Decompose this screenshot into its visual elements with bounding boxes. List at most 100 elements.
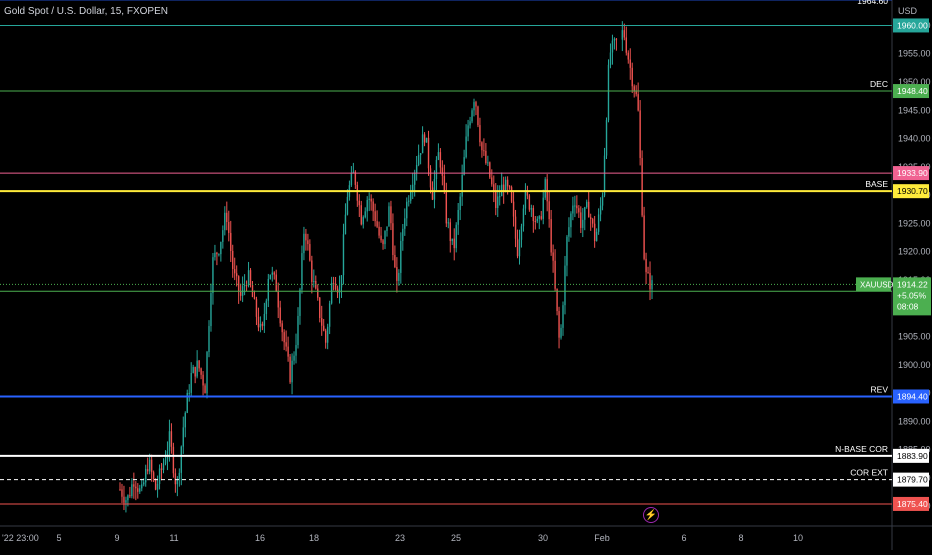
y-tick-label: 1905.00 xyxy=(898,332,931,342)
candle-body xyxy=(413,172,416,185)
candle-body xyxy=(319,297,321,319)
candle-body xyxy=(597,214,600,232)
candle-body xyxy=(275,274,277,292)
candle-body xyxy=(184,412,186,428)
x-tick-label: 25 xyxy=(451,533,461,543)
candle-body xyxy=(358,200,361,206)
candle-body xyxy=(150,459,153,473)
candle-body xyxy=(210,293,212,327)
candle-body xyxy=(578,208,580,213)
candle-body xyxy=(510,187,513,202)
candle-body xyxy=(647,272,649,274)
candle-body xyxy=(364,211,366,218)
candle-body xyxy=(121,489,123,497)
candle-body xyxy=(206,352,208,394)
candle-body xyxy=(330,282,333,304)
candle-body xyxy=(558,311,560,338)
candle-body xyxy=(283,332,285,343)
candle-body xyxy=(530,208,533,210)
candle-body xyxy=(243,285,246,287)
candle-body xyxy=(483,150,485,152)
candle-body xyxy=(342,234,345,276)
candle-body xyxy=(406,201,408,219)
y-tick-label: 1945.00 xyxy=(898,105,931,115)
candle-body xyxy=(467,125,469,137)
candle-body xyxy=(615,38,618,40)
candle-body xyxy=(135,486,137,489)
candle-body xyxy=(431,187,434,200)
candle-body xyxy=(433,179,436,200)
current-change-text: +5.05% xyxy=(897,290,927,300)
candle-body xyxy=(607,64,610,121)
candle-body xyxy=(623,30,626,38)
candle-body xyxy=(160,468,163,470)
candle-body xyxy=(170,431,173,447)
price-chart[interactable]: USD1875.001880.001885.001890.001895.0019… xyxy=(0,0,932,550)
candle-body xyxy=(532,208,535,222)
candle-body xyxy=(506,179,509,187)
y-tick-label: 1940.00 xyxy=(898,134,931,144)
candles-group xyxy=(119,21,653,513)
candle-body xyxy=(603,155,606,196)
candle-body xyxy=(180,446,183,473)
x-tick-label-partial: '22 23:00 xyxy=(2,533,39,543)
candle-body xyxy=(218,254,220,256)
candle-body xyxy=(123,496,125,503)
candle-body xyxy=(237,276,240,292)
candle-body xyxy=(392,223,394,256)
candle-body xyxy=(435,159,438,180)
candle-body xyxy=(188,392,190,394)
candle-body xyxy=(328,303,331,327)
candle-body xyxy=(641,157,643,216)
candle-body xyxy=(182,427,184,447)
candle-body xyxy=(481,142,483,151)
candle-body xyxy=(441,167,444,176)
level-label: REV xyxy=(871,384,889,394)
candle-body xyxy=(350,173,353,186)
candle-body xyxy=(386,226,388,232)
candle-body xyxy=(311,260,313,282)
level-price-text: 1875.40 xyxy=(897,499,928,509)
candle-body xyxy=(548,201,550,220)
candle-body xyxy=(368,198,370,200)
candle-body xyxy=(156,483,159,490)
candle-body xyxy=(366,199,368,212)
level-label: DEC xyxy=(870,79,888,89)
candle-body xyxy=(235,273,238,277)
candle-body xyxy=(566,236,568,266)
x-tick-label: 16 xyxy=(255,533,265,543)
candle-body xyxy=(174,473,177,485)
candle-body xyxy=(475,102,477,107)
level-price-text: 1948.40 xyxy=(897,86,928,96)
candle-body xyxy=(362,217,364,225)
level-label: N-BASE COR xyxy=(835,444,888,454)
candle-body xyxy=(649,272,651,290)
candle-body xyxy=(190,372,192,393)
candle-body xyxy=(289,356,291,383)
level-price-text: 1964.60 xyxy=(857,0,888,6)
candle-body xyxy=(471,110,473,122)
candle-body xyxy=(305,233,307,241)
candle-body xyxy=(609,52,612,65)
candle-body xyxy=(309,244,311,261)
candle-body xyxy=(172,446,175,474)
candle-body xyxy=(285,342,287,347)
candle-body xyxy=(279,307,281,324)
candle-body xyxy=(303,233,305,254)
candle-body xyxy=(323,325,325,331)
candle-body xyxy=(595,231,598,242)
candle-body xyxy=(164,459,167,464)
x-tick-label: 5 xyxy=(56,533,61,543)
chart-area[interactable]: Gold Spot / U.S. Dollar, 15, FXOPEN USD 1… xyxy=(0,0,932,550)
candle-body xyxy=(465,136,467,158)
candle-body xyxy=(635,91,637,95)
candle-body xyxy=(216,252,218,255)
candle-body xyxy=(119,489,121,491)
candle-body xyxy=(139,488,141,492)
candle-body xyxy=(162,463,165,470)
candle-body xyxy=(317,288,319,298)
candle-body xyxy=(469,121,471,126)
level-price-text: 1933.90 xyxy=(897,168,928,178)
candle-body xyxy=(133,484,135,487)
lightning-icon[interactable]: ⚡ xyxy=(643,507,659,523)
